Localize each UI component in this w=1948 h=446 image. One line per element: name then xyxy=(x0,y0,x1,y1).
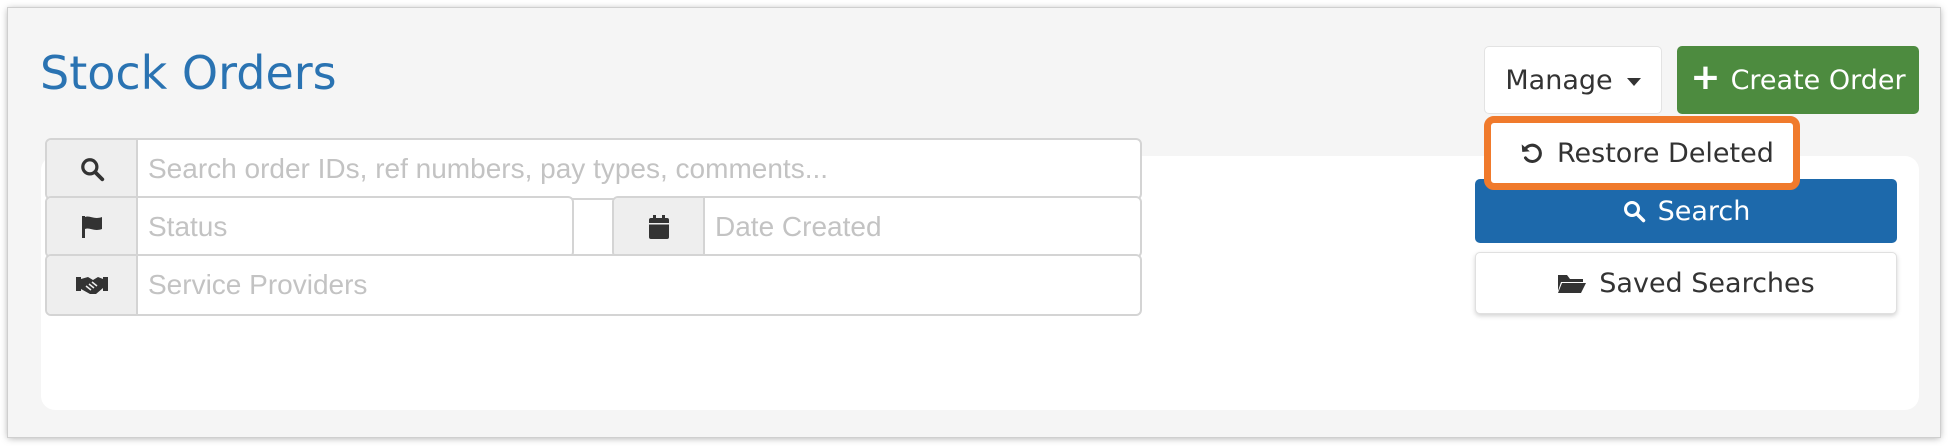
plus-icon: + xyxy=(1690,57,1721,98)
restore-deleted-menu-item[interactable]: Restore Deleted xyxy=(1557,138,1774,169)
create-order-button[interactable]: + Create Order xyxy=(1677,46,1919,114)
create-order-label: Create Order xyxy=(1730,64,1906,96)
undo-icon xyxy=(1521,143,1542,163)
date-created-field[interactable] xyxy=(705,198,1140,256)
app-window: Stock Orders Manage + Create Order Searc… xyxy=(8,8,1940,437)
folder-open-icon xyxy=(1558,275,1587,293)
service-providers-field[interactable] xyxy=(138,256,1140,314)
saved-searches-button[interactable]: Saved Searches xyxy=(1475,252,1897,314)
page-title: Stock Orders xyxy=(40,46,337,100)
flag-icon xyxy=(47,198,138,256)
manage-dropdown-menu: Restore Deleted xyxy=(1484,116,1800,190)
search-icon xyxy=(1623,201,1645,223)
search-button-label: Search xyxy=(1657,195,1751,227)
date-created-input-group xyxy=(612,196,1142,258)
search-icon xyxy=(47,140,138,198)
manage-button-label: Manage xyxy=(1505,64,1613,96)
handshake-icon xyxy=(47,256,138,314)
service-providers-input-group xyxy=(45,254,1142,316)
status-input-group xyxy=(45,196,574,258)
manage-dropdown-button[interactable]: Manage xyxy=(1484,46,1662,114)
search-input[interactable] xyxy=(138,140,1140,198)
calendar-icon xyxy=(614,198,705,256)
status-field[interactable] xyxy=(138,198,572,256)
saved-searches-label: Saved Searches xyxy=(1599,267,1815,299)
search-input-group xyxy=(45,138,1142,200)
caret-down-icon xyxy=(1626,77,1641,86)
